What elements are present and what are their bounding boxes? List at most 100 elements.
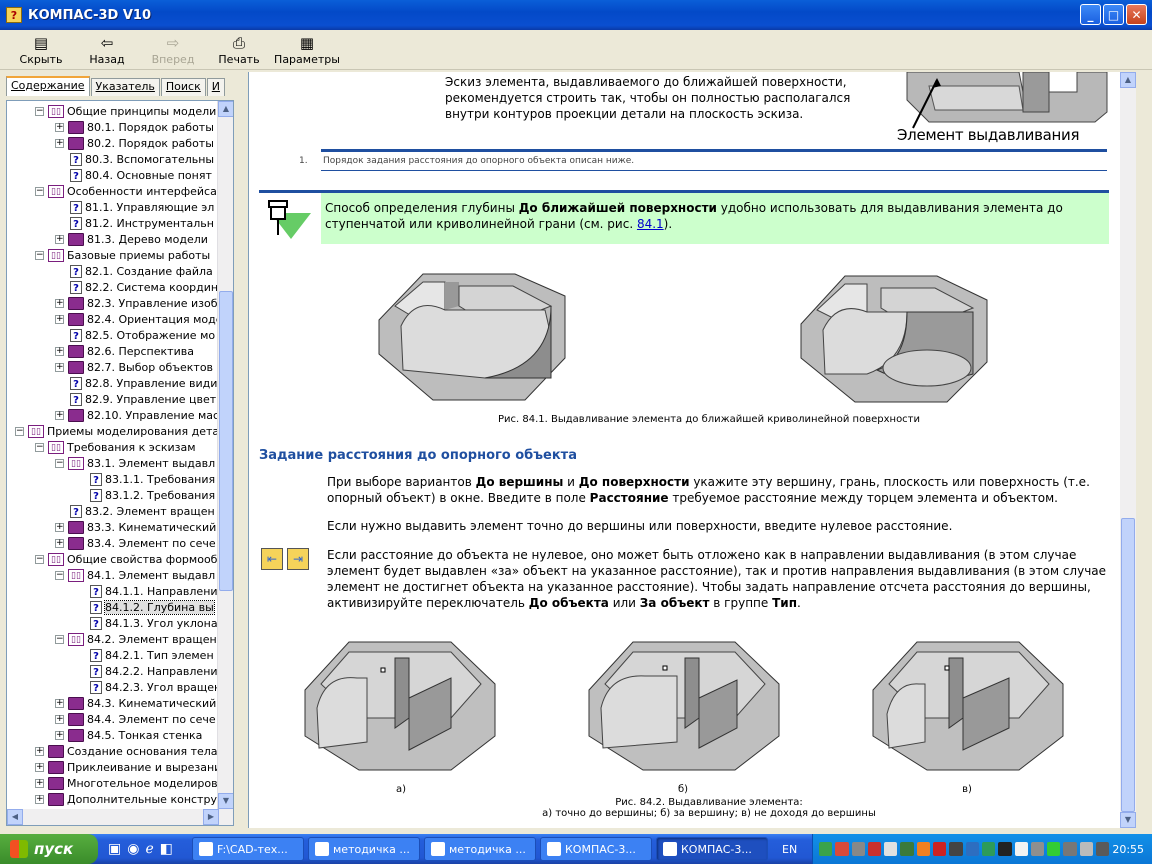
tray-icon-6[interactable] [900, 842, 914, 856]
start-button[interactable]: пуск [0, 834, 98, 864]
tree-item[interactable]: +84.4. Элемент по сече [55, 711, 216, 727]
tree-item[interactable]: +82.10. Управление мас [55, 407, 219, 423]
tree-horizontal-scrollbar[interactable]: ◀ ▶ [7, 809, 219, 825]
back-button[interactable]: ⇦ Назад [74, 30, 140, 69]
tray-icon-1[interactable] [819, 842, 833, 856]
tree-item[interactable]: + Создание основания тела [35, 743, 218, 759]
collapse-icon[interactable]: − [55, 570, 64, 580]
tray-icon-15[interactable] [1047, 842, 1061, 856]
expand-icon[interactable]: + [55, 714, 64, 724]
tray-icon-5[interactable] [884, 842, 898, 856]
expand-icon[interactable]: + [35, 794, 44, 804]
tree-item[interactable]: +82.7. Выбор объектов [55, 359, 213, 375]
tray-icon-7[interactable] [916, 842, 931, 856]
expand-icon[interactable]: + [55, 522, 64, 532]
tray-icon-10[interactable] [965, 842, 979, 856]
task-word-2[interactable]: методичка ... [424, 837, 536, 861]
expand-icon[interactable]: + [35, 762, 44, 772]
volume-icon[interactable] [1079, 842, 1094, 856]
collapse-icon[interactable]: − [35, 442, 44, 452]
tree-item[interactable]: − ▯▯ Приемы моделирования дета [15, 423, 219, 439]
tree-item[interactable]: + Многотельное моделирова [35, 775, 224, 791]
task-kompas-help[interactable]: КОМПАС-3... [656, 837, 768, 861]
tree-item[interactable]: ? 84.2.3. Угол вращен [75, 679, 221, 695]
collapse-icon[interactable]: − [35, 106, 44, 116]
tray-icon-3[interactable] [851, 842, 865, 856]
tray-icon-12[interactable] [998, 842, 1012, 856]
tree-item[interactable]: ? 82.9. Управление цвет [55, 391, 216, 407]
language-indicator[interactable]: EN [782, 843, 812, 856]
tree-item[interactable]: − ▯▯ Требования к эскизам [35, 439, 196, 455]
tree-item[interactable]: − ▯▯ Особенности интерфейса [35, 183, 217, 199]
scroll-down-icon[interactable]: ▼ [218, 793, 233, 809]
expand-icon[interactable]: + [55, 298, 64, 308]
expand-icon[interactable]: + [55, 234, 64, 244]
scroll-right-icon[interactable]: ▶ [203, 809, 219, 825]
close-button[interactable]: ✕ [1126, 4, 1147, 25]
tab-index[interactable]: Указатель [90, 78, 160, 96]
expand-icon[interactable]: + [55, 346, 64, 356]
scroll-up-icon[interactable]: ▲ [218, 101, 233, 117]
expand-icon[interactable]: + [55, 538, 64, 548]
collapse-icon[interactable]: − [35, 554, 44, 564]
tree-item[interactable]: +82.4. Ориентация моде [55, 311, 223, 327]
tree-item[interactable]: ? 84.1.3. Угол уклона [75, 615, 218, 631]
tree-item[interactable]: +83.4. Элемент по сече [55, 535, 216, 551]
tray-icon-13[interactable] [1014, 842, 1028, 856]
content-vertical-scrollbar[interactable]: ▲ ▼ [1120, 72, 1136, 828]
tree-item[interactable]: ? 82.5. Отображение мо [55, 327, 215, 343]
content-scroll-up-icon[interactable]: ▲ [1120, 72, 1136, 88]
hide-button[interactable]: ▤ Скрыть [8, 30, 74, 69]
figure-link[interactable]: 84.1 [637, 217, 664, 231]
tree-item[interactable]: ? 83.1.1. Требования [75, 471, 215, 487]
tree-item[interactable]: − ▯▯ Общие свойства формооб [35, 551, 217, 567]
tree-item[interactable]: ? 83.1.2. Требования [75, 487, 215, 503]
tray-icon-11[interactable] [981, 842, 996, 856]
task-explorer[interactable]: F:\CAD-тех... [192, 837, 304, 861]
tree-item[interactable]: − ▯▯ 84.2. Элемент вращен [55, 631, 217, 647]
expand-icon[interactable]: + [55, 122, 64, 132]
tree-item[interactable]: ? 84.1.1. Направлени [75, 583, 218, 599]
tree-vertical-scrollbar[interactable]: ▲ ▼ [217, 101, 233, 825]
tree-item[interactable]: +80.1. Порядок работы п [55, 119, 225, 135]
tree-item[interactable]: ? 82.8. Управление види [55, 375, 217, 391]
collapse-icon[interactable]: − [35, 250, 44, 260]
tree-item[interactable]: ? 84.2.2. Направлени [75, 663, 218, 679]
tree-item[interactable]: ? 82.1. Создание файла [55, 263, 213, 279]
quicklaunch-folder-icon[interactable]: ▣ [108, 841, 121, 857]
forward-button[interactable]: ⇨ Вперед [140, 30, 206, 69]
expand-icon[interactable]: + [35, 746, 44, 756]
tree-item[interactable]: ? 81.2. Инструментальн [55, 215, 214, 231]
tree-item[interactable]: ? 80.3. Вспомогательны [55, 151, 214, 167]
tree-item[interactable]: ? 84.1.2. Глубина вы [75, 599, 215, 615]
tree-item[interactable]: ? 81.1. Управляющие эл [55, 199, 214, 215]
expand-icon[interactable]: + [55, 410, 64, 420]
tray-icon-2[interactable] [835, 842, 849, 856]
quicklaunch-ie-icon[interactable]: ℯ [145, 841, 153, 857]
tray-icon-8[interactable] [933, 842, 947, 856]
tree-item[interactable]: ? 82.2. Система координ [55, 279, 218, 295]
tray-icon-9[interactable] [949, 842, 963, 856]
tree-item[interactable]: − ▯▯ 84.1. Элемент выдавл [55, 567, 215, 583]
tree-item[interactable]: +80.2. Порядок работы п [55, 135, 225, 151]
expand-icon[interactable]: + [55, 698, 64, 708]
tab-search[interactable]: Поиск [160, 78, 206, 96]
task-kompas-1[interactable]: КОМПАС-3... [540, 837, 652, 861]
tree-item[interactable]: +81.3. Дерево модели [55, 231, 208, 247]
options-button[interactable]: ▦ Параметры [272, 30, 342, 69]
quicklaunch-browser-icon[interactable]: ◉ [127, 841, 139, 857]
tree-item[interactable]: + Дополнительные конструк [35, 791, 224, 807]
tree-item[interactable]: +82.3. Управление изоб [55, 295, 218, 311]
tray-icon-14[interactable] [1030, 842, 1045, 856]
tree-item[interactable]: ? 84.2.1. Тип элемен [75, 647, 214, 663]
quicklaunch-desktop-icon[interactable]: ◧ [160, 841, 173, 857]
expand-icon[interactable]: + [55, 138, 64, 148]
tree-item[interactable]: − ▯▯ Общие принципы моделир [35, 103, 223, 119]
tree-item[interactable]: +84.3. Кинематический [55, 695, 216, 711]
expand-icon[interactable]: + [55, 730, 64, 740]
expand-icon[interactable]: + [35, 778, 44, 788]
expand-icon[interactable]: + [55, 362, 64, 372]
network-icon[interactable] [1096, 842, 1110, 856]
scroll-left-icon[interactable]: ◀ [7, 809, 23, 825]
tray-icon-4[interactable] [867, 842, 882, 856]
